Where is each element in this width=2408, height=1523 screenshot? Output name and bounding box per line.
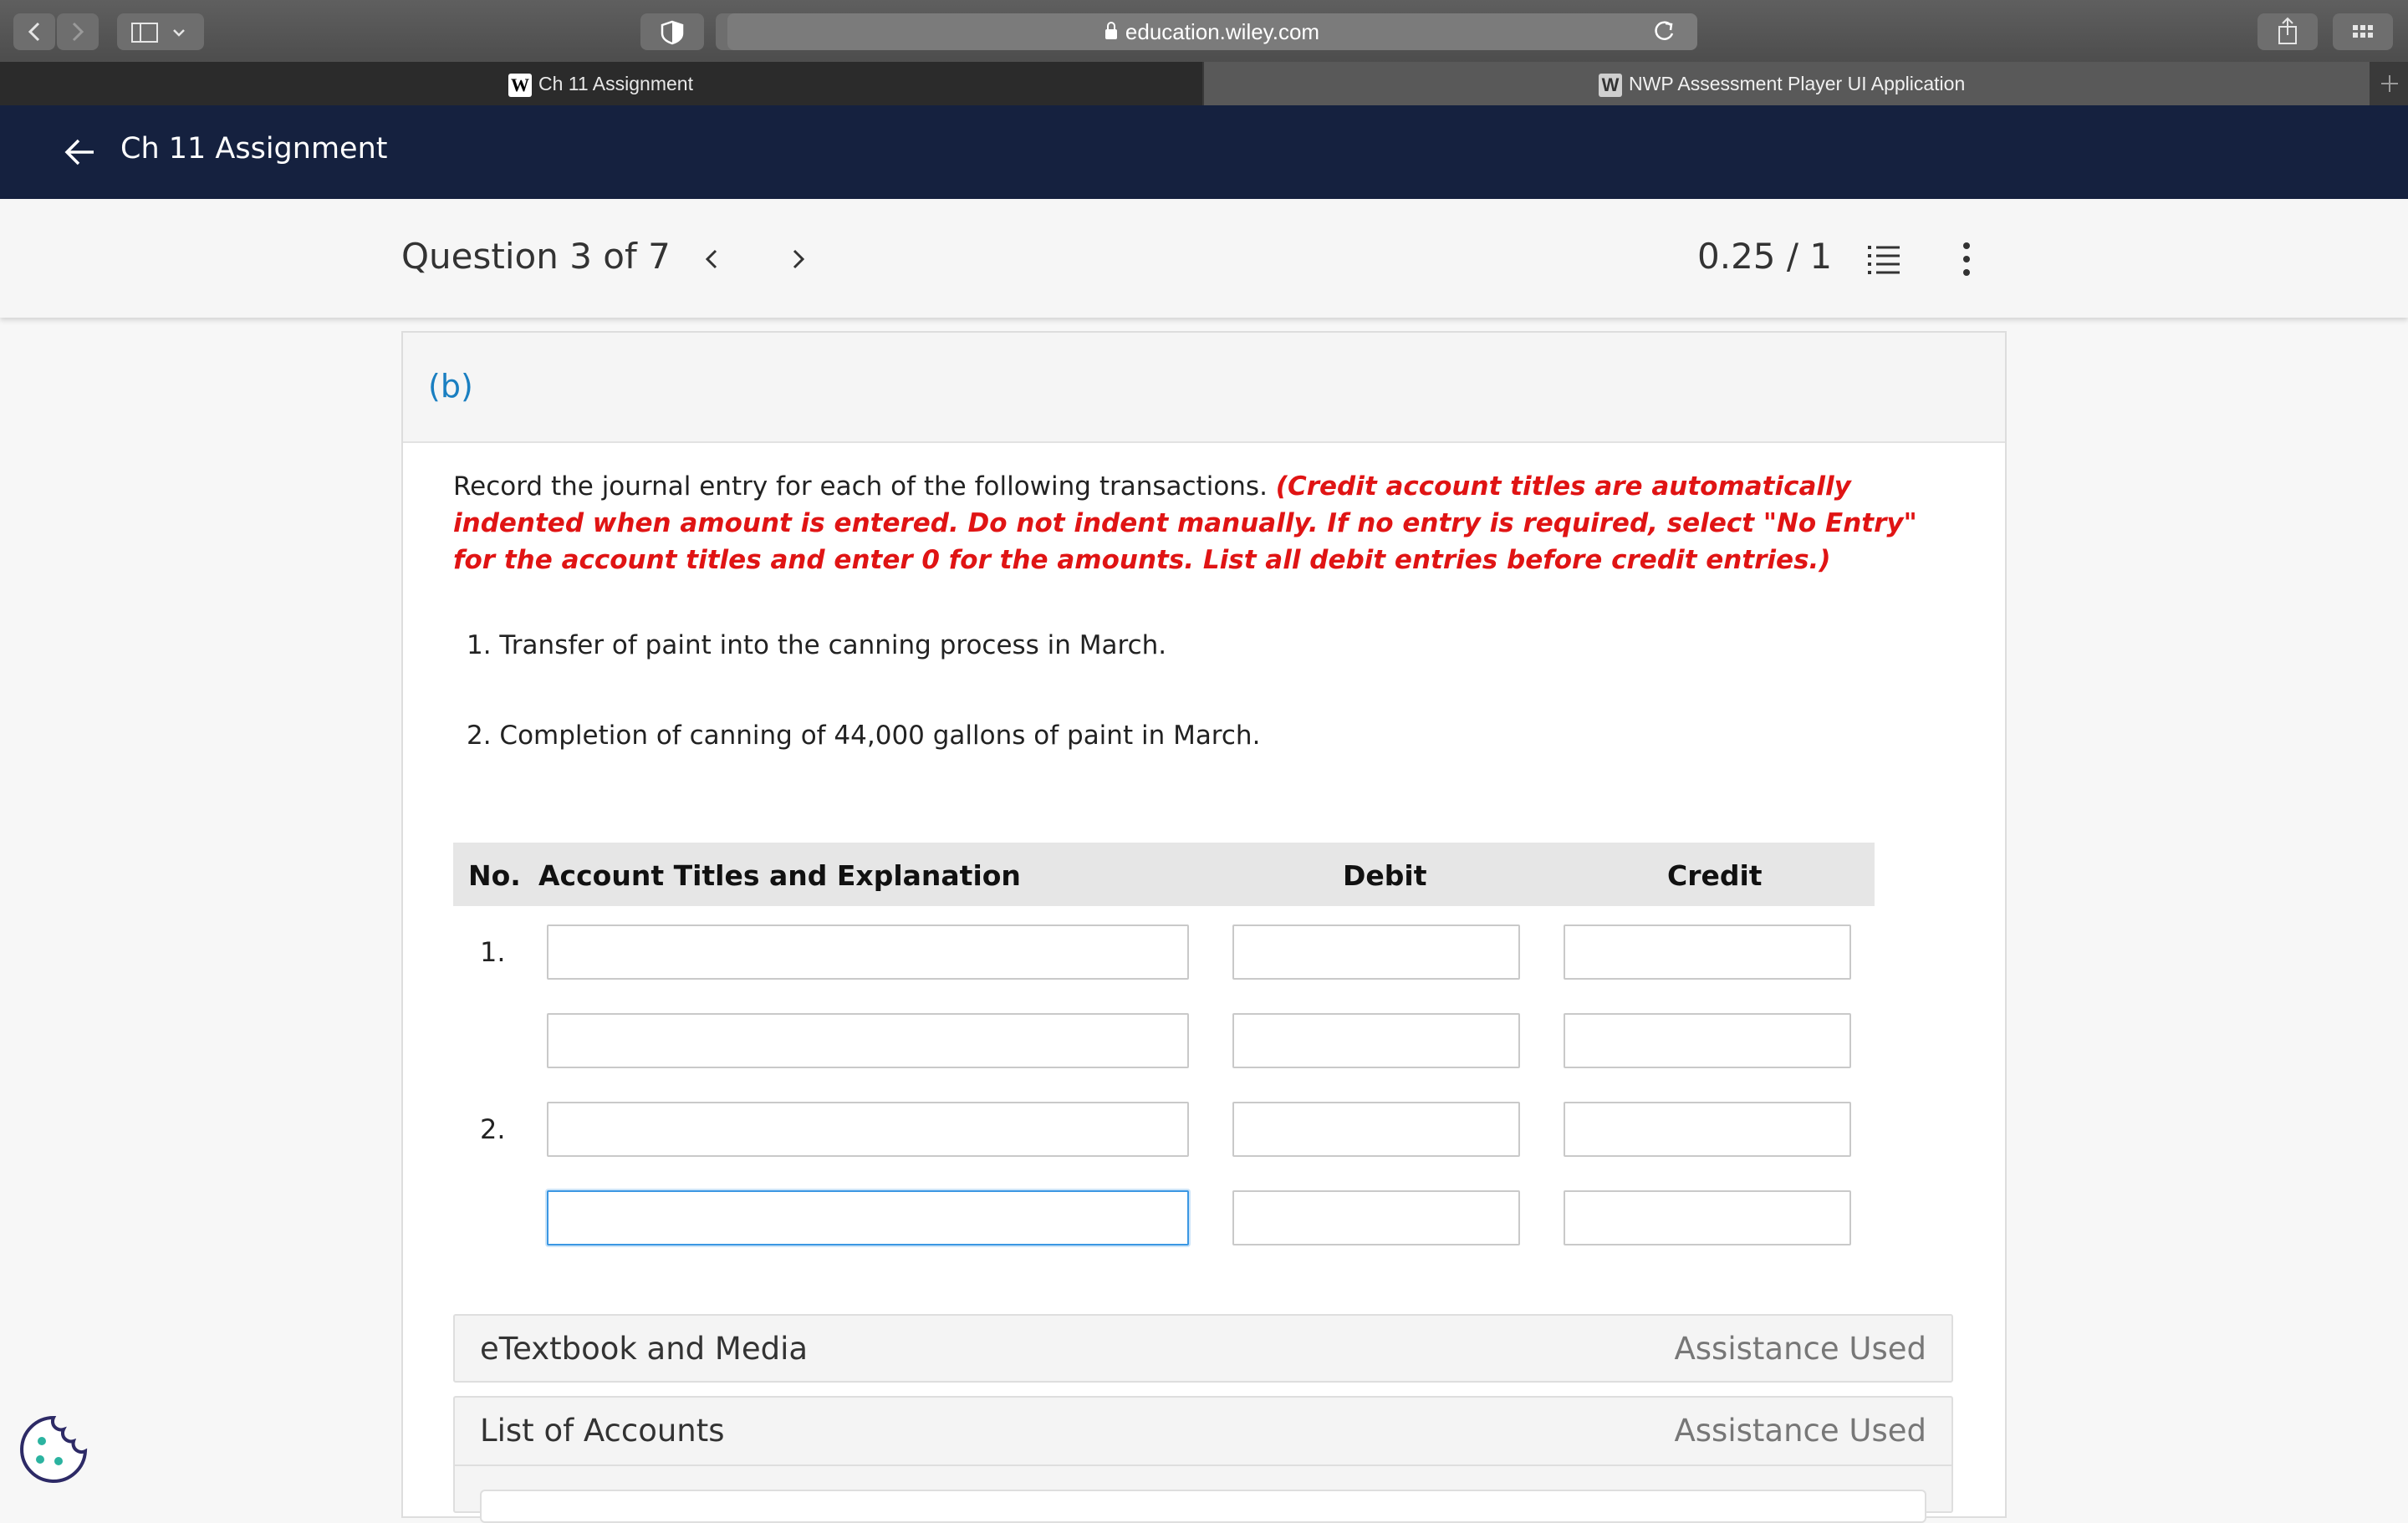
instructions: Record the journal entry for each of the…	[453, 468, 1958, 578]
header-no: No.	[468, 859, 521, 892]
sidebar-toggle-button[interactable]	[117, 13, 204, 50]
wiley-favicon-icon: W	[508, 73, 532, 97]
divider	[455, 1464, 1951, 1466]
credit-input[interactable]	[1564, 1102, 1851, 1157]
shield-icon	[661, 20, 684, 45]
grid-icon	[2353, 25, 2373, 38]
part-label: (b)	[428, 368, 473, 405]
question-panel: (b) Record the journal entry for each of…	[401, 331, 2007, 1523]
accounts-list-box	[480, 1490, 1926, 1523]
tab-bar: W Ch 11 Assignment W NWP Assessment Player…	[0, 62, 2408, 105]
instructions-text: Record the journal entry for each of the…	[453, 471, 1276, 502]
debit-input[interactable]	[1232, 924, 1520, 980]
assignment-title: Ch 11 Assignment	[120, 132, 388, 166]
list-of-accounts-section[interactable]: List of Accounts Assistance Used	[453, 1396, 1953, 1523]
header-debit: Debit	[1343, 859, 1427, 892]
journal-table-header: No. Account Titles and Explanation Debit…	[453, 843, 1875, 906]
account-title-input[interactable]	[547, 1013, 1189, 1068]
section-title: List of Accounts	[480, 1413, 725, 1449]
debit-input[interactable]	[1232, 1190, 1520, 1245]
header-account: Account Titles and Explanation	[538, 859, 1021, 892]
more-options-icon[interactable]	[1956, 239, 1977, 279]
row-number: 1.	[480, 936, 506, 968]
assistance-status: Assistance Used	[1674, 1331, 1926, 1367]
lock-icon	[1105, 22, 1117, 39]
chevron-right-icon	[72, 22, 84, 42]
debit-input[interactable]	[1232, 1102, 1520, 1157]
etextbook-media-section[interactable]: eTextbook and Media Assistance Used	[453, 1314, 1953, 1383]
section-title: eTextbook and Media	[480, 1331, 809, 1367]
back-arrow-icon[interactable]	[62, 134, 99, 171]
cookie-settings-button[interactable]	[18, 1414, 89, 1485]
debit-input[interactable]	[1232, 1013, 1520, 1068]
account-title-input-focused[interactable]	[547, 1190, 1189, 1245]
url-bar[interactable]: education.wiley.com	[727, 13, 1697, 50]
header-credit: Credit	[1667, 859, 1763, 892]
question-counter: Question 3 of 7	[401, 236, 671, 277]
app-header: Ch 11 Assignment	[0, 105, 2408, 199]
new-tab-button[interactable]	[2371, 62, 2408, 105]
privacy-shield-button[interactable]	[640, 13, 704, 50]
credit-input[interactable]	[1564, 924, 1851, 980]
share-button[interactable]	[2258, 13, 2318, 50]
assistance-status: Assistance Used	[1674, 1413, 1926, 1449]
part-header: (b)	[403, 333, 2005, 443]
share-icon	[2278, 17, 2297, 44]
tab-label: NWP Assessment Player UI Application	[1629, 73, 1966, 94]
question-nav-bar: Question 3 of 7 0.25 / 1	[0, 199, 2408, 318]
transaction-2: 2. Completion of canning of 44,000 gallo…	[467, 721, 1261, 751]
credit-input[interactable]	[1564, 1190, 1851, 1245]
tab-label: Ch 11 Assignment	[538, 73, 693, 94]
chevron-left-icon	[28, 22, 40, 42]
sidebar-icon	[131, 23, 185, 43]
score-display: 0.25 / 1	[1697, 236, 1833, 277]
credit-input[interactable]	[1564, 1013, 1851, 1068]
next-question-icon[interactable]	[781, 242, 814, 276]
wiley-favicon-icon: W	[1599, 73, 1622, 97]
browser-toolbar: education.wiley.com	[0, 0, 2408, 62]
reload-icon[interactable]	[1647, 15, 1681, 48]
cookie-icon	[20, 1415, 88, 1483]
url-text: education.wiley.com	[1125, 19, 1320, 44]
row-number: 2.	[480, 1113, 506, 1145]
transaction-1: 1. Transfer of paint into the canning pr…	[467, 630, 1167, 660]
account-title-input[interactable]	[547, 1102, 1189, 1157]
forward-button[interactable]	[57, 13, 99, 50]
back-button[interactable]	[13, 13, 55, 50]
previous-question-icon[interactable]	[696, 242, 729, 276]
tab-ch11-assignment[interactable]: W Ch 11 Assignment	[0, 62, 1202, 105]
account-title-input[interactable]	[547, 924, 1189, 980]
plus-icon	[2381, 75, 2398, 92]
tab-nwp-assessment[interactable]: W NWP Assessment Player UI Application	[1204, 62, 2370, 105]
tab-overview-button[interactable]	[2333, 13, 2393, 50]
question-list-icon[interactable]	[1865, 239, 1905, 279]
